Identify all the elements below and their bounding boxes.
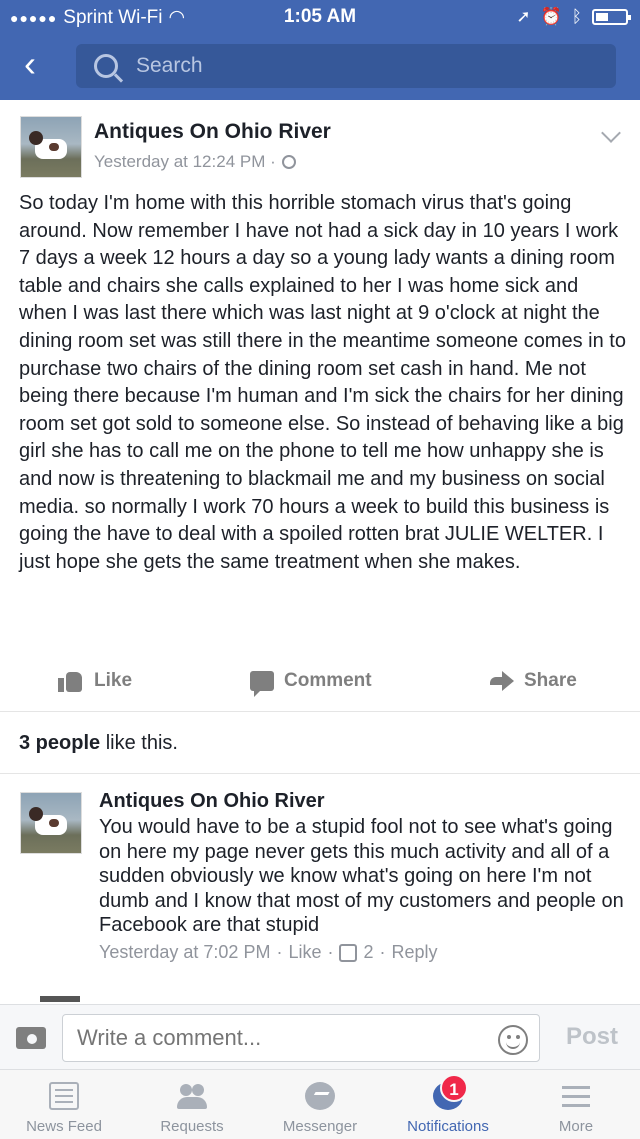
chevron-down-icon[interactable] bbox=[601, 123, 621, 143]
dot-separator: · bbox=[379, 942, 386, 962]
comment-time: Yesterday at 7:02 PM bbox=[99, 942, 271, 962]
messenger-icon bbox=[305, 1082, 335, 1110]
share-icon bbox=[490, 671, 514, 691]
back-button[interactable]: ‹ bbox=[24, 44, 60, 84]
comment-like-count: 2 bbox=[363, 942, 374, 962]
search-placeholder: Search bbox=[136, 54, 203, 77]
dog-photo bbox=[29, 807, 67, 835]
tab-label: News Feed bbox=[26, 1118, 102, 1135]
likes-summary[interactable]: 3 people like this. bbox=[0, 712, 640, 774]
like-label: Like bbox=[94, 670, 133, 691]
news-feed-icon bbox=[49, 1082, 79, 1110]
tab-notifications[interactable]: 1 Notifications bbox=[384, 1070, 512, 1139]
tab-label: Notifications bbox=[407, 1118, 489, 1135]
comment-label: Comment bbox=[284, 670, 372, 691]
page-avatar[interactable] bbox=[20, 116, 82, 178]
friend-requests-icon bbox=[177, 1082, 207, 1110]
post-timestamp[interactable]: Yesterday at 12:24 PM · bbox=[94, 152, 276, 172]
page-name[interactable]: Antiques On Ohio River bbox=[94, 120, 331, 144]
comment-text: You would have to be a stupid fool not t… bbox=[99, 816, 624, 937]
post-actions: Like Comment Share bbox=[0, 660, 640, 712]
comment-icon bbox=[250, 671, 274, 697]
comment-button[interactable]: Comment bbox=[250, 670, 372, 697]
likes-suffix: like this. bbox=[100, 732, 178, 754]
post-meta: Yesterday at 12:24 PM · bbox=[94, 152, 296, 172]
thumbs-up-icon bbox=[58, 670, 84, 692]
tab-more[interactable]: More bbox=[512, 1070, 640, 1139]
tab-messenger[interactable]: Messenger bbox=[256, 1070, 384, 1139]
status-bar: ●●●●● Sprint Wi-Fi ◠ 1:05 AM ➚ ⏰ ᛒ bbox=[0, 0, 640, 34]
commenter-avatar[interactable] bbox=[20, 792, 82, 854]
top-bar: ●●●●● Sprint Wi-Fi ◠ 1:05 AM ➚ ⏰ ᛒ ‹ Sea… bbox=[0, 0, 640, 100]
status-right: ➚ ⏰ ᛒ bbox=[516, 7, 631, 27]
dog-photo bbox=[29, 131, 67, 159]
thumbs-up-icon bbox=[339, 943, 358, 962]
likes-count: 3 people bbox=[19, 732, 101, 754]
tab-bar: News Feed Requests Messenger 1 Notificat… bbox=[0, 1070, 640, 1139]
camera-icon[interactable] bbox=[16, 1027, 46, 1049]
post-body: So today I'm home with this horrible sto… bbox=[19, 192, 626, 573]
dot-separator: · bbox=[327, 942, 334, 962]
comment-input[interactable] bbox=[62, 1014, 540, 1062]
tab-label: More bbox=[558, 1118, 594, 1135]
comment-reply-link[interactable]: Reply bbox=[392, 942, 438, 963]
post-button[interactable]: Post bbox=[566, 1023, 618, 1051]
bluetooth-icon: ᛒ bbox=[571, 7, 582, 26]
like-button[interactable]: Like bbox=[58, 670, 132, 692]
share-label: Share bbox=[524, 670, 577, 691]
globe-icon bbox=[281, 155, 296, 169]
tab-news-feed[interactable]: News Feed bbox=[0, 1070, 128, 1139]
comment-like-link[interactable]: Like bbox=[288, 942, 321, 963]
next-comment-avatar bbox=[40, 996, 80, 1002]
notification-badge: 1 bbox=[440, 1074, 468, 1102]
tab-label: Messenger bbox=[282, 1118, 358, 1135]
search-bar[interactable]: Search bbox=[76, 44, 616, 88]
search-icon bbox=[94, 54, 118, 78]
tab-label: Requests bbox=[160, 1118, 224, 1135]
comment-author[interactable]: Antiques On Ohio River bbox=[99, 790, 325, 813]
emoji-icon[interactable] bbox=[498, 1025, 528, 1055]
share-button[interactable]: Share bbox=[490, 670, 577, 692]
battery-icon bbox=[592, 9, 631, 25]
dot-separator: · bbox=[276, 942, 283, 962]
alarm-icon: ⏰ bbox=[540, 7, 562, 26]
location-icon: ➚ bbox=[516, 7, 531, 26]
comment-meta: Yesterday at 7:02 PM · Like · 2 · Reply bbox=[99, 942, 438, 963]
tab-requests[interactable]: Requests bbox=[128, 1070, 256, 1139]
menu-icon bbox=[561, 1082, 591, 1110]
comment-composer: Post bbox=[0, 1004, 640, 1070]
